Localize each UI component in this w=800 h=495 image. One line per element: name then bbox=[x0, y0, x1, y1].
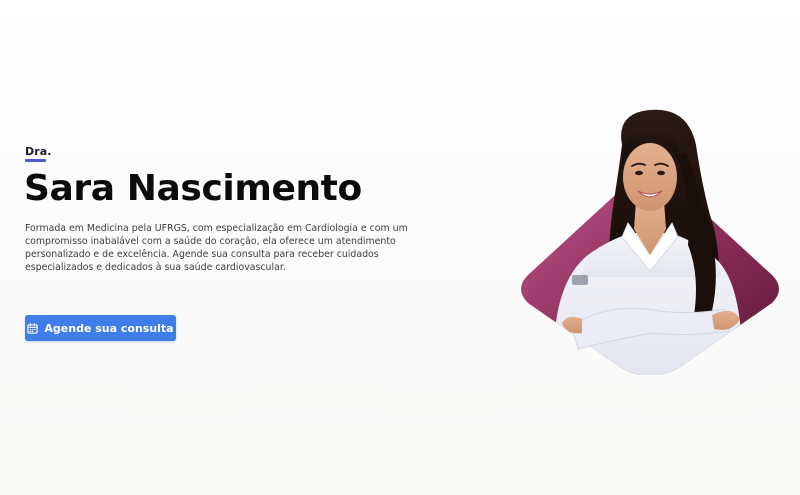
schedule-appointment-label: Agende sua consulta bbox=[44, 321, 174, 335]
doctor-description: Formada em Medicina pela UFRGS, com espe… bbox=[25, 223, 408, 274]
doctor-portrait-illustration bbox=[521, 109, 779, 375]
hero-section: Dra. Sara Nascimento Formada em Medicina… bbox=[0, 0, 800, 495]
doctor-portrait bbox=[510, 105, 790, 375]
calendar-icon bbox=[27, 322, 39, 334]
accent-underline bbox=[25, 159, 46, 162]
title-prefix: Dra. bbox=[25, 145, 52, 158]
doctor-name: Sara Nascimento bbox=[24, 168, 362, 209]
schedule-appointment-button[interactable]: Agende sua consulta bbox=[25, 315, 176, 341]
